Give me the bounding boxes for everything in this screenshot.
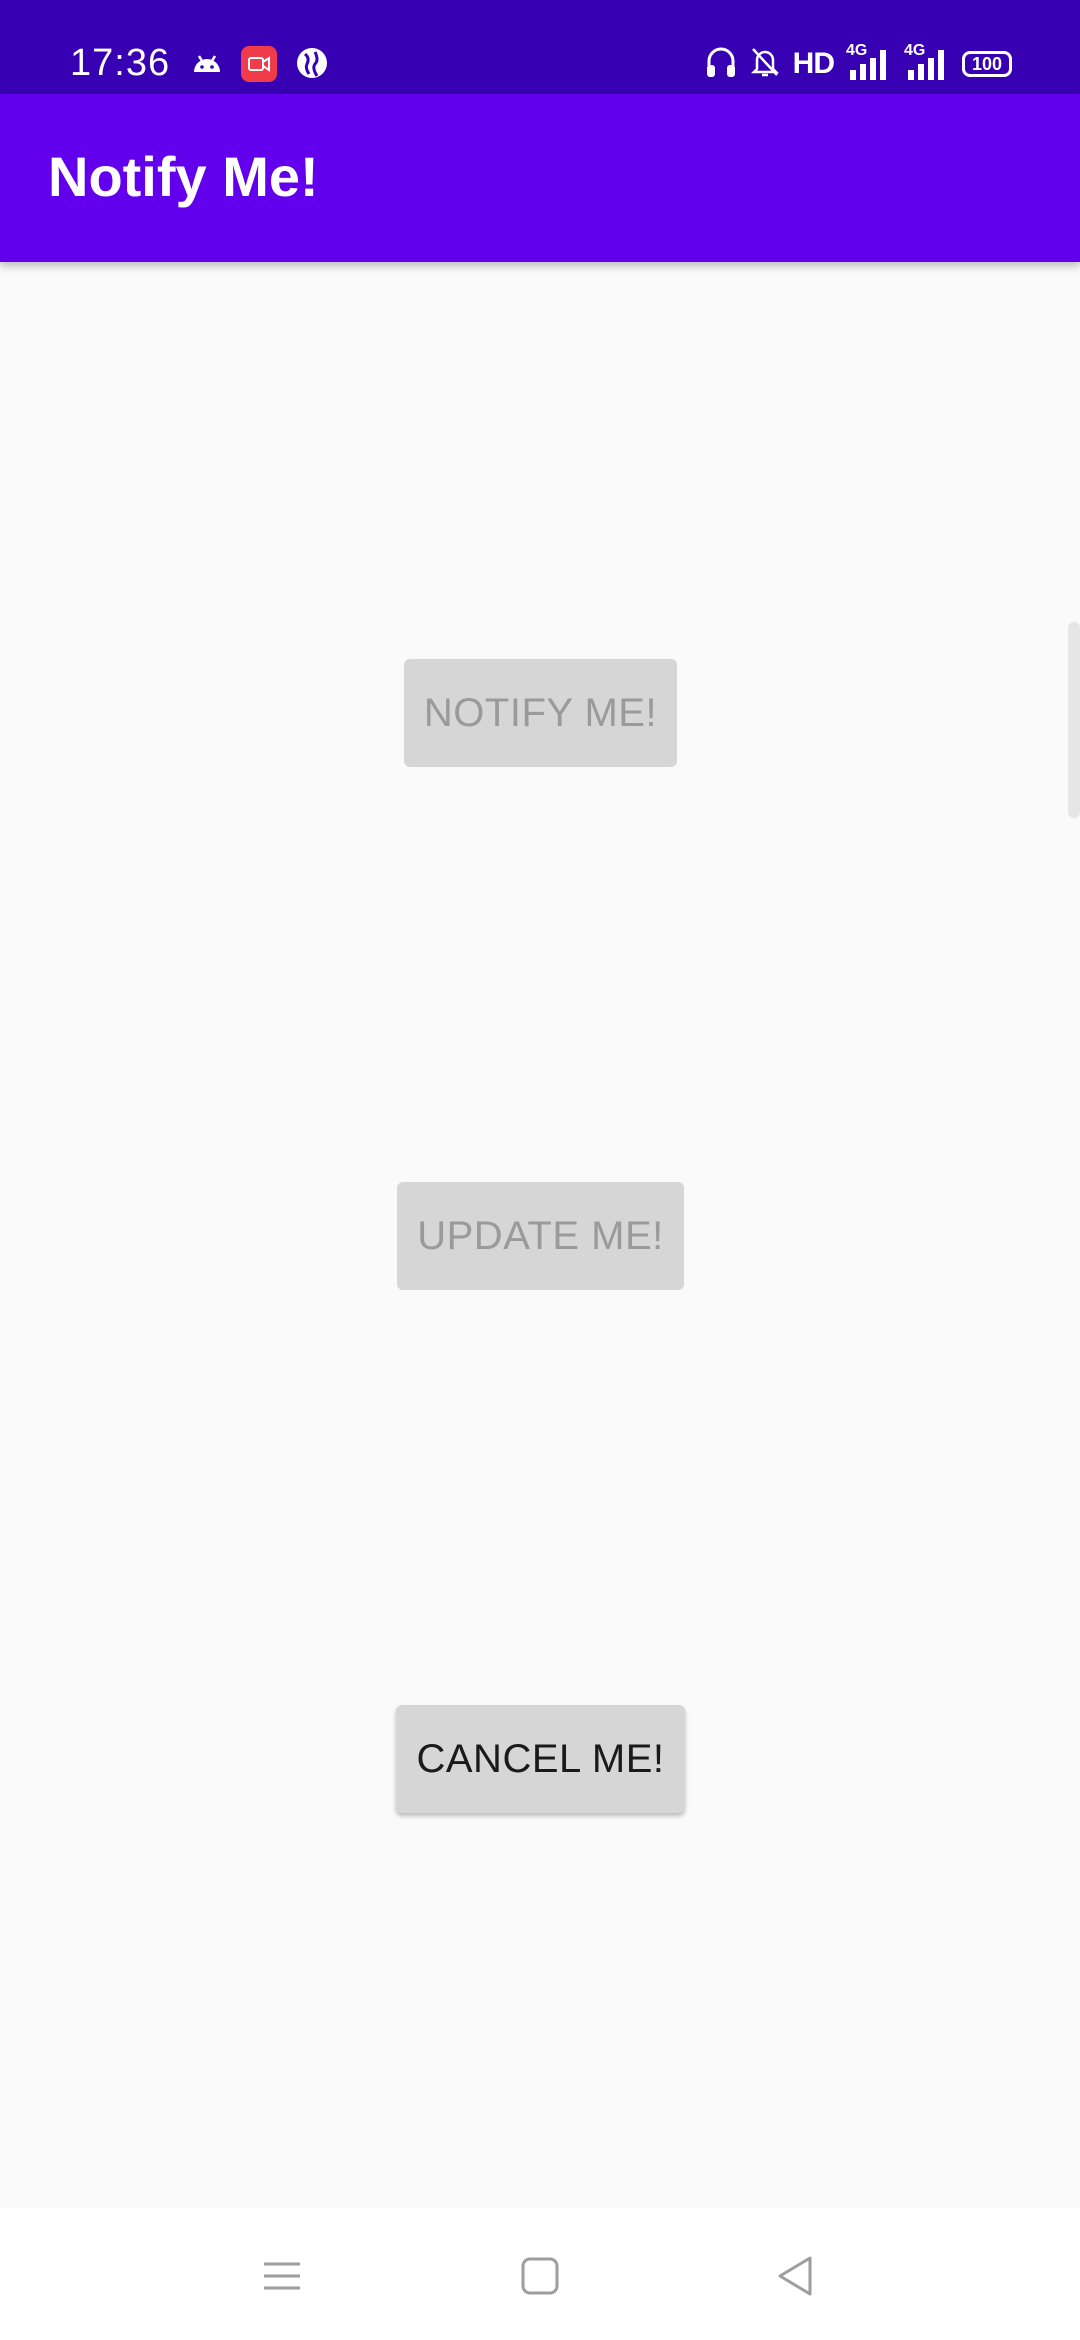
hd-icon: HD <box>792 47 835 80</box>
globe-icon <box>295 46 329 82</box>
update-me-button[interactable]: UPDATE ME! <box>397 1182 684 1290</box>
signal-4g-icon: 4G <box>904 42 950 82</box>
battery-level: 100 <box>971 53 1003 74</box>
menu-icon[interactable] <box>258 2252 306 2300</box>
cancel-me-button[interactable]: CANCEL ME! <box>396 1705 685 1813</box>
battery-icon: 100 <box>962 51 1012 77</box>
android-icon <box>190 46 224 82</box>
back-icon[interactable] <box>772 2252 820 2300</box>
notify-me-button[interactable]: NOTIFY ME! <box>404 659 677 767</box>
app-bar: Notify Me! <box>0 94 1080 262</box>
status-time: 17:36 <box>70 42 171 84</box>
scrollbar[interactable] <box>1068 622 1080 818</box>
app-title: Notify Me! <box>48 145 319 208</box>
signal-4g-icon: 4G <box>846 42 892 82</box>
navigation-bar <box>0 2208 1080 2340</box>
headphones-icon <box>705 45 737 84</box>
status-right-icons: HD 4G 4G 100 <box>705 42 1012 84</box>
home-icon[interactable] <box>516 2252 564 2300</box>
status-bar: 17:36 HD 4G 4G 100 <box>0 0 1080 94</box>
screen-record-icon <box>241 46 277 82</box>
bell-muted-icon <box>749 45 781 84</box>
